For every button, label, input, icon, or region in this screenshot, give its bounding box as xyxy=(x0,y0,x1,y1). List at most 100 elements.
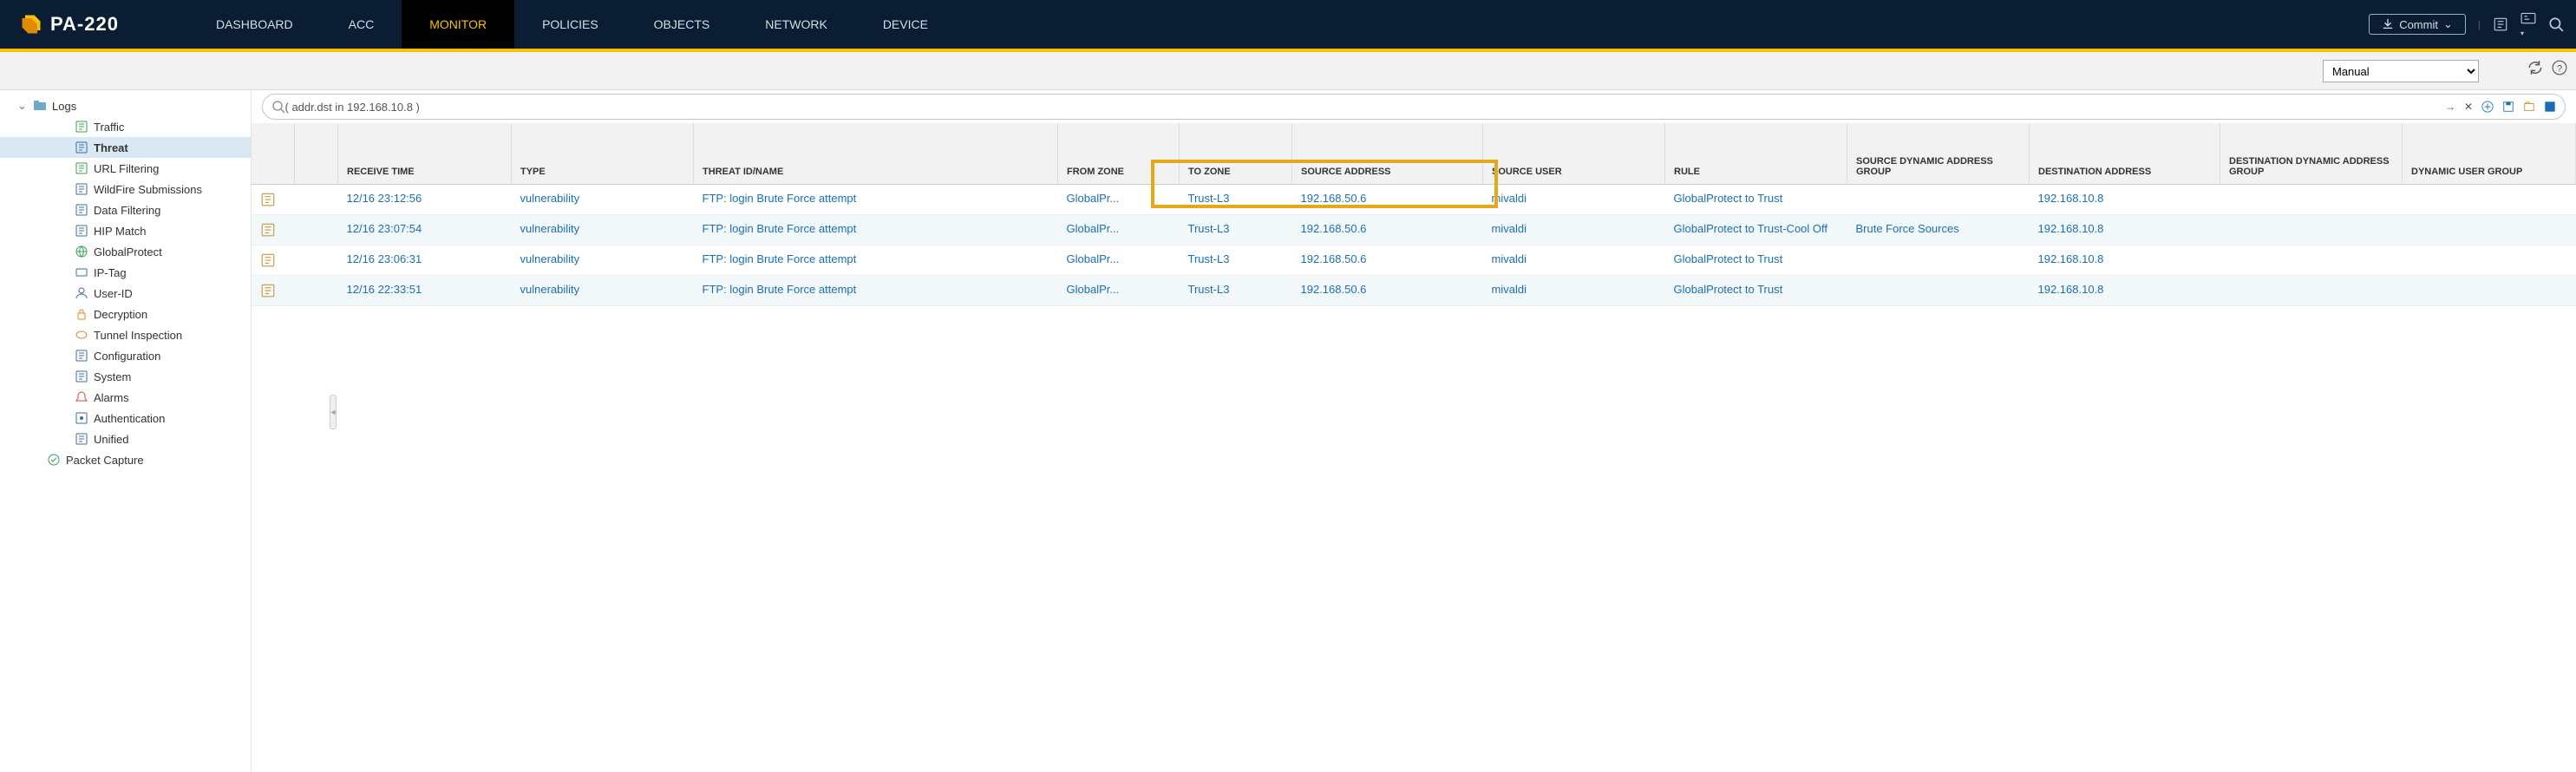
cell-dst-dag[interactable] xyxy=(2220,214,2403,245)
col-src-dag[interactable]: SOURCE DYNAMIC ADDRESS GROUP xyxy=(1847,123,2030,184)
cell-threat[interactable]: FTP: login Brute Force attempt xyxy=(694,184,1058,214)
sidebar-item-authentication[interactable]: Authentication xyxy=(0,408,251,429)
search-icon[interactable] xyxy=(2548,16,2564,32)
cell-threat[interactable]: FTP: login Brute Force attempt xyxy=(694,214,1058,245)
log-detail-icon[interactable] xyxy=(260,192,286,207)
refresh-icon[interactable] xyxy=(2527,60,2543,75)
tab-monitor[interactable]: MONITOR xyxy=(402,0,514,49)
cell-dst-addr[interactable]: 192.168.10.8 xyxy=(2030,275,2220,305)
cell-rule[interactable]: GlobalProtect to Trust-Cool Off xyxy=(1665,214,1847,245)
save-filter-icon[interactable] xyxy=(2502,101,2514,113)
cell-from-zone[interactable]: GlobalPr... xyxy=(1058,245,1180,275)
table-row[interactable]: 12/16 23:06:31vulnerabilityFTP: login Br… xyxy=(252,245,2576,275)
detail-icon-cell[interactable] xyxy=(252,245,295,275)
cell-dst-dag[interactable] xyxy=(2220,275,2403,305)
cell-dug[interactable] xyxy=(2403,214,2576,245)
cell-src-dag[interactable] xyxy=(1847,184,2030,214)
cell-to-zone[interactable]: Trust-L3 xyxy=(1180,275,1292,305)
cell-src-addr[interactable]: 192.168.50.6 xyxy=(1292,214,1483,245)
sidebar-item-traffic[interactable]: Traffic xyxy=(0,116,251,137)
table-row[interactable]: 12/16 23:07:54vulnerabilityFTP: login Br… xyxy=(252,214,2576,245)
add-filter-icon[interactable] xyxy=(2481,101,2494,113)
cell-dst-addr[interactable]: 192.168.10.8 xyxy=(2030,214,2220,245)
log-detail-icon[interactable] xyxy=(260,222,286,238)
language-icon[interactable]: ▾ xyxy=(2520,10,2536,38)
sidebar-item-data-filtering[interactable]: Data Filtering xyxy=(0,200,251,220)
tasks-icon[interactable] xyxy=(2493,16,2508,32)
cell-receive-time[interactable]: 12/16 23:07:54 xyxy=(338,214,512,245)
filter-input[interactable] xyxy=(285,101,2438,114)
tab-policies[interactable]: POLICIES xyxy=(514,0,626,49)
sidebar-splitter[interactable]: ◂ xyxy=(330,52,337,772)
tab-device[interactable]: DEVICE xyxy=(855,0,956,49)
help-icon[interactable]: ? xyxy=(2552,60,2567,75)
cell-src-addr[interactable]: 192.168.50.6 xyxy=(1292,275,1483,305)
cell-receive-time[interactable]: 12/16 23:12:56 xyxy=(338,184,512,214)
sidebar-item-ip-tag[interactable]: IP-Tag xyxy=(0,262,251,283)
sidebar-item-tunnel-inspection[interactable]: Tunnel Inspection xyxy=(0,324,251,345)
sidebar-item-packet-capture[interactable]: Packet Capture xyxy=(0,449,251,470)
tab-acc[interactable]: ACC xyxy=(321,0,402,49)
cell-rule[interactable]: GlobalProtect to Trust xyxy=(1665,275,1847,305)
col-src-user[interactable]: SOURCE USER xyxy=(1483,123,1665,184)
tab-dashboard[interactable]: DASHBOARD xyxy=(188,0,321,49)
col-src-addr[interactable]: SOURCE ADDRESS xyxy=(1292,123,1483,184)
col-to-zone[interactable]: TO ZONE xyxy=(1180,123,1292,184)
cell-type[interactable]: vulnerability xyxy=(512,214,694,245)
cell-type[interactable]: vulnerability xyxy=(512,275,694,305)
log-detail-icon[interactable] xyxy=(260,283,286,298)
cell-to-zone[interactable]: Trust-L3 xyxy=(1180,184,1292,214)
cell-dst-dag[interactable] xyxy=(2220,184,2403,214)
sidebar-item-threat[interactable]: Threat xyxy=(0,137,251,158)
sidebar-item-url-filtering[interactable]: URL Filtering xyxy=(0,158,251,179)
cell-to-zone[interactable]: Trust-L3 xyxy=(1180,214,1292,245)
sidebar-item-decryption[interactable]: Decryption xyxy=(0,304,251,324)
cell-src-user[interactable]: mivaldi xyxy=(1483,275,1665,305)
cell-threat[interactable]: FTP: login Brute Force attempt xyxy=(694,245,1058,275)
cell-receive-time[interactable]: 12/16 22:33:51 xyxy=(338,275,512,305)
col-dst-addr[interactable]: DESTINATION ADDRESS xyxy=(2030,123,2220,184)
clear-filter-icon[interactable]: ✕ xyxy=(2464,101,2473,113)
cell-receive-time[interactable]: 12/16 23:06:31 xyxy=(338,245,512,275)
col-receive-time[interactable]: RECEIVE TIME xyxy=(338,123,512,184)
col-from-zone[interactable]: FROM ZONE xyxy=(1058,123,1180,184)
cell-src-user[interactable]: mivaldi xyxy=(1483,214,1665,245)
cell-src-addr[interactable]: 192.168.50.6 xyxy=(1292,184,1483,214)
load-filter-icon[interactable] xyxy=(2523,101,2535,113)
cell-type[interactable]: vulnerability xyxy=(512,184,694,214)
tab-objects[interactable]: OBJECTS xyxy=(626,0,738,49)
cell-src-dag[interactable] xyxy=(1847,275,2030,305)
cell-dst-addr[interactable]: 192.168.10.8 xyxy=(2030,245,2220,275)
table-row[interactable]: 12/16 23:12:56vulnerabilityFTP: login Br… xyxy=(252,184,2576,214)
detail-icon-cell[interactable] xyxy=(252,214,295,245)
sidebar-item-alarms[interactable]: Alarms xyxy=(0,387,251,408)
sidebar-item-unified[interactable]: Unified xyxy=(0,429,251,449)
cell-from-zone[interactable]: GlobalPr... xyxy=(1058,214,1180,245)
cell-src-user[interactable]: mivaldi xyxy=(1483,184,1665,214)
cell-from-zone[interactable]: GlobalPr... xyxy=(1058,184,1180,214)
cell-threat[interactable]: FTP: login Brute Force attempt xyxy=(694,275,1058,305)
cell-dug[interactable] xyxy=(2403,245,2576,275)
detail-icon-cell[interactable] xyxy=(252,275,295,305)
tab-network[interactable]: NETWORK xyxy=(737,0,855,49)
sidebar-item-system[interactable]: System xyxy=(0,366,251,387)
cell-to-zone[interactable]: Trust-L3 xyxy=(1180,245,1292,275)
col-rule[interactable]: RULE xyxy=(1665,123,1847,184)
commit-button[interactable]: Commit ⌄ xyxy=(2369,14,2466,35)
cell-rule[interactable]: GlobalProtect to Trust xyxy=(1665,184,1847,214)
cell-dug[interactable] xyxy=(2403,275,2576,305)
log-detail-icon[interactable] xyxy=(260,252,286,268)
col-threat[interactable]: THREAT ID/NAME xyxy=(694,123,1058,184)
sidebar-item-wildfire[interactable]: WildFire Submissions xyxy=(0,179,251,200)
sidebar-item-hip-match[interactable]: HIP Match xyxy=(0,220,251,241)
cell-src-dag[interactable] xyxy=(1847,245,2030,275)
cell-dst-dag[interactable] xyxy=(2220,245,2403,275)
col-dug[interactable]: DYNAMIC USER GROUP xyxy=(2403,123,2576,184)
refresh-mode-select[interactable]: Manual xyxy=(2323,60,2479,82)
col-expand[interactable] xyxy=(252,123,295,184)
sidebar-item-configuration[interactable]: Configuration xyxy=(0,345,251,366)
cell-type[interactable]: vulnerability xyxy=(512,245,694,275)
cell-from-zone[interactable]: GlobalPr... xyxy=(1058,275,1180,305)
col-dst-dag[interactable]: DESTINATION DYNAMIC ADDRESS GROUP xyxy=(2220,123,2403,184)
sidebar-item-logs[interactable]: ⌄ Logs xyxy=(0,95,251,116)
